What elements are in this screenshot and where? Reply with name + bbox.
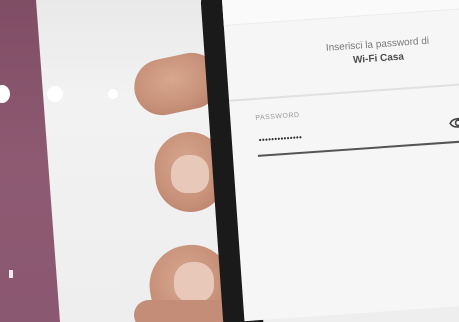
password-input[interactable]: •••••••••••••• <box>259 133 303 145</box>
banner-mark <box>9 270 13 278</box>
loading-dot <box>47 86 63 102</box>
password-label: PASSWORD <box>255 111 300 122</box>
divider <box>228 82 459 102</box>
loading-dot <box>108 89 118 99</box>
scene-background: Inserisci la password di Wi-Fi Casa PASS… <box>0 0 459 322</box>
fingernail <box>174 262 214 302</box>
status-bar <box>222 0 459 26</box>
fingernail <box>171 155 209 193</box>
eye-icon[interactable] <box>449 115 459 130</box>
phone-screen: Inserisci la password di Wi-Fi Casa PASS… <box>222 0 459 322</box>
